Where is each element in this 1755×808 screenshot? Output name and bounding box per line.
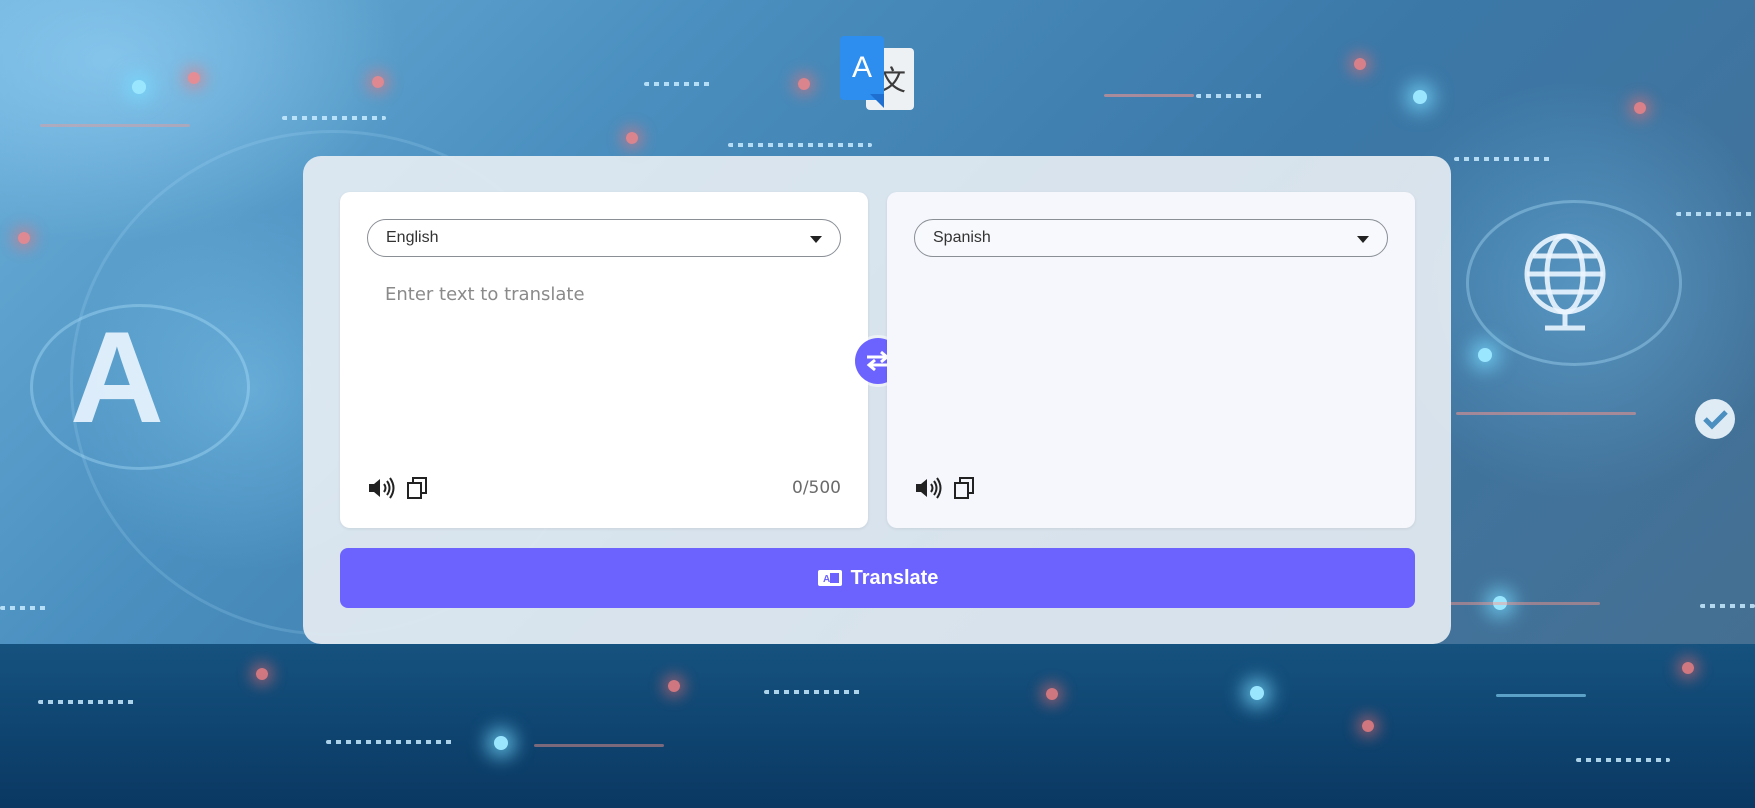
translator-panel: English 0/500 <box>303 156 1451 644</box>
copy-icon[interactable] <box>403 474 431 502</box>
target-text-output <box>914 268 1388 418</box>
decorative-streak <box>1496 694 1586 697</box>
decorative-dashes <box>282 116 386 120</box>
logo-front-tile: A <box>840 36 884 108</box>
source-actions <box>367 474 431 502</box>
decorative-dashes <box>728 143 872 147</box>
speaker-icon[interactable] <box>367 474 395 502</box>
decorative-glow <box>494 736 508 750</box>
decorative-dashes <box>644 82 714 86</box>
decorative-dashes <box>764 690 864 694</box>
character-counter: 0/500 <box>792 478 841 498</box>
decorative-glow <box>1250 686 1264 700</box>
decorative-glow <box>1634 102 1646 114</box>
chevron-down-icon <box>1357 236 1369 243</box>
decorative-streak <box>1104 94 1194 97</box>
target-box: Spanish <box>887 192 1415 528</box>
decorative-dashes <box>1576 758 1670 762</box>
decorative-glow <box>18 232 30 244</box>
chevron-down-icon <box>810 236 822 243</box>
copy-icon[interactable] <box>950 474 978 502</box>
decorative-glow <box>798 78 810 90</box>
decorative-dashes <box>1700 604 1755 608</box>
decorative-glow <box>1413 90 1427 104</box>
decorative-glow <box>1682 662 1694 674</box>
checkmark-badge-icon <box>1695 399 1735 439</box>
decorative-glow <box>668 680 680 692</box>
decorative-streak <box>534 744 664 747</box>
decorative-glow <box>1362 720 1374 732</box>
decorative-streak <box>40 124 190 127</box>
decorative-glow <box>1478 348 1492 362</box>
translate-icon: A <box>817 570 842 586</box>
translate-button-label: Translate <box>850 566 939 589</box>
decorative-dashes <box>1454 157 1554 161</box>
target-language-label: Spanish <box>933 229 991 246</box>
target-actions <box>914 474 978 502</box>
decorative-dashes <box>1676 212 1755 216</box>
globe-icon <box>1524 233 1606 331</box>
source-text-input[interactable] <box>367 268 841 418</box>
source-language-label: English <box>386 229 439 246</box>
svg-text:A: A <box>823 574 830 585</box>
app-logo: 文 A <box>840 36 916 112</box>
translate-button[interactable]: A Translate <box>340 548 1415 608</box>
source-language-select[interactable]: English <box>367 219 841 257</box>
decorative-dashes <box>1196 94 1266 98</box>
decorative-glow <box>1046 688 1058 700</box>
decorative-dashes <box>0 606 50 610</box>
speaker-icon[interactable] <box>914 474 942 502</box>
decorative-glow <box>188 72 200 84</box>
decorative-streak <box>1456 412 1636 415</box>
source-box: English 0/500 <box>340 192 868 528</box>
decorative-glow <box>132 80 146 94</box>
decorative-glow <box>626 132 638 144</box>
decorative-glow <box>372 76 384 88</box>
target-language-select[interactable]: Spanish <box>914 219 1388 257</box>
decorative-dashes <box>326 740 456 744</box>
decorative-streak <box>1450 602 1600 605</box>
decorative-glow <box>256 668 268 680</box>
decorative-dashes <box>38 700 138 704</box>
decorative-glow <box>1354 58 1366 70</box>
decorative-letter: A <box>70 304 164 450</box>
